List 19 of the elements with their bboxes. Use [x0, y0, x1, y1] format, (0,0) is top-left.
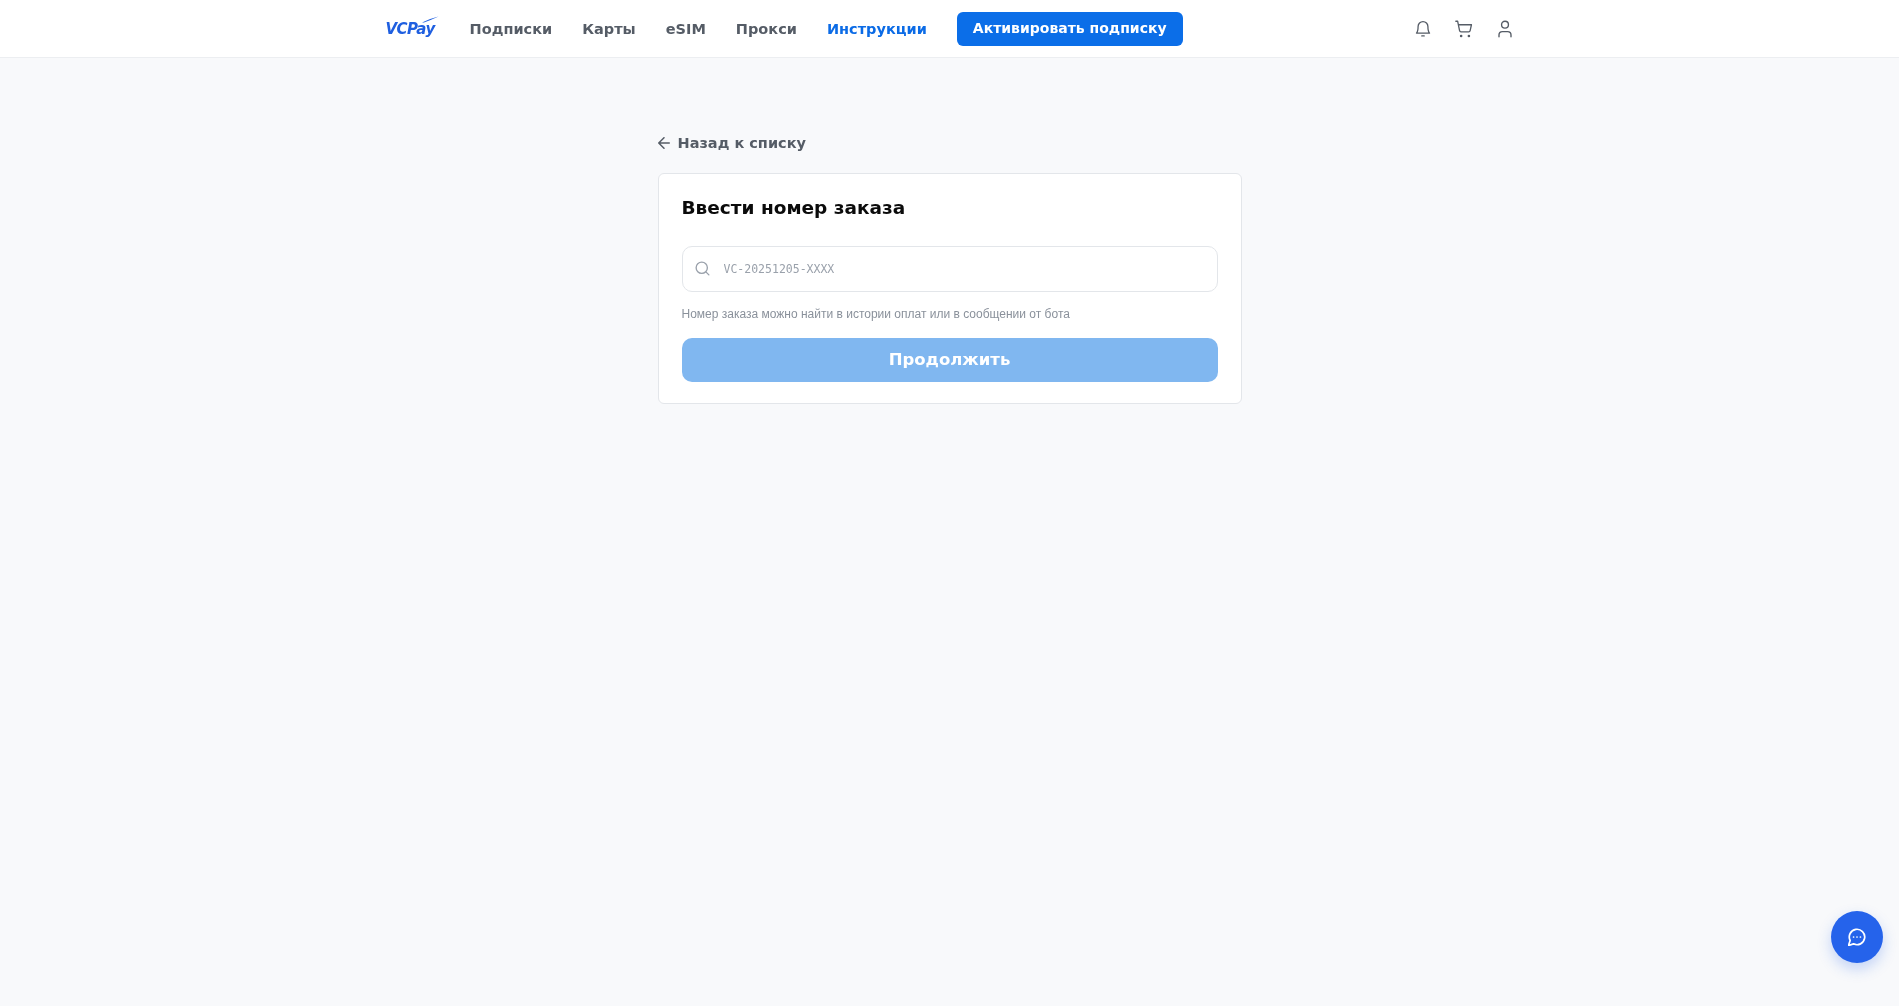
- back-link[interactable]: Назад к списку: [677, 134, 806, 152]
- card-title: Ввести номер заказа: [681, 196, 907, 220]
- logo-text[interactable]: VCPay: [385, 18, 435, 39]
- hint-text: Номер заказа можно найти в истории оплат или в сообщении от бота: [681, 306, 1071, 322]
- activate-subscription-button[interactable]: Активировать подписку: [956, 11, 1183, 46]
- swoosh-icon: [420, 15, 439, 23]
- nav-link[interactable]: Инструкции: [826, 18, 927, 39]
- nav-link[interactable]: eSIM: [665, 18, 706, 39]
- arrow-left-icon: [657, 137, 670, 149]
- search-icon: [694, 261, 710, 276]
- nav-link[interactable]: Карты: [582, 18, 636, 39]
- cart-icon[interactable]: [1454, 19, 1473, 38]
- user-icon[interactable]: [1495, 19, 1514, 38]
- order-number-field[interactable]: VC-20251205-XXXX: [681, 246, 1218, 292]
- nav-link[interactable]: Прокси: [735, 18, 797, 39]
- chat-button[interactable]: [1831, 911, 1883, 963]
- bell-icon[interactable]: [1413, 19, 1432, 38]
- chat-bubble-icon: [1848, 928, 1866, 946]
- nav-link[interactable]: Подписки: [469, 18, 553, 39]
